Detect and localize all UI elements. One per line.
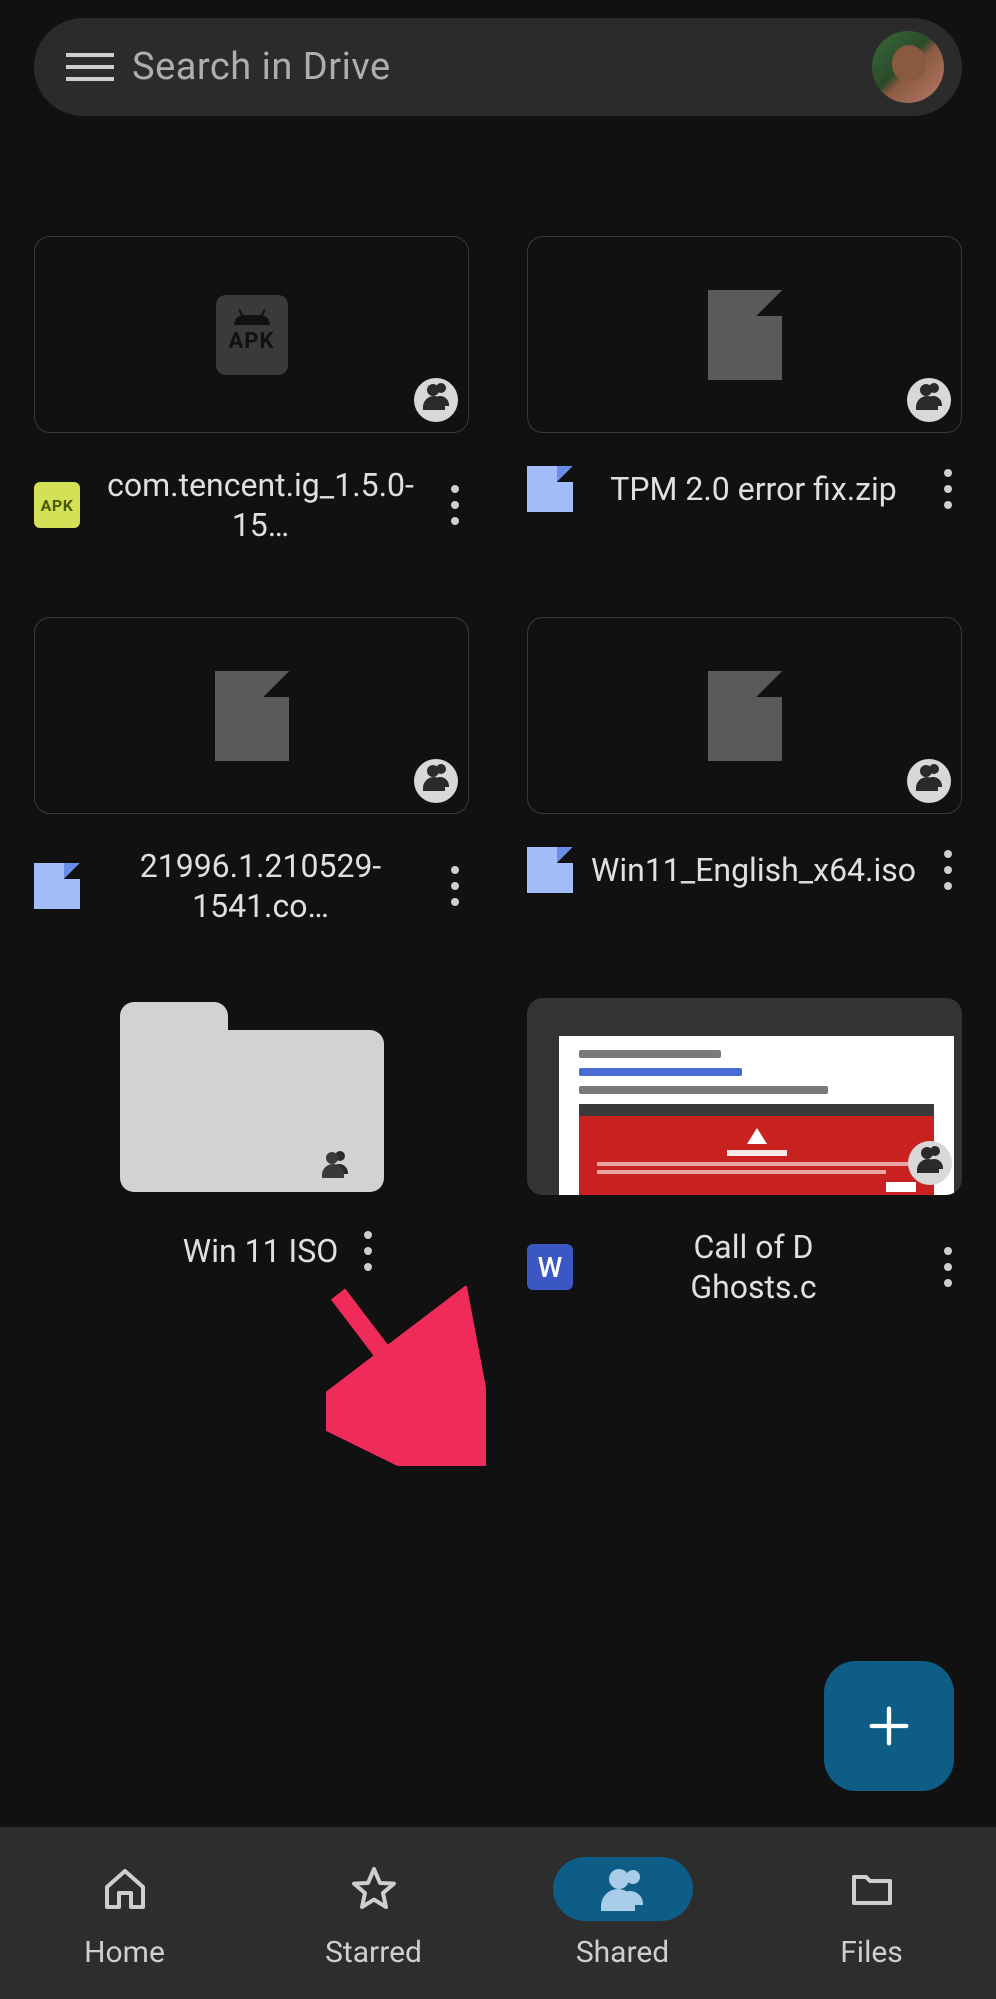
add-new-button[interactable] <box>824 1661 954 1791</box>
bottom-nav: Home Starred Shared Files <box>0 1827 996 1999</box>
file-thumbnail <box>527 617 962 814</box>
people-icon <box>599 1865 647 1913</box>
file-icon <box>708 290 782 380</box>
apk-icon: APK <box>216 295 288 375</box>
file-item[interactable]: W Call of D Ghosts.c <box>527 998 962 1307</box>
shared-badge-icon <box>414 378 458 422</box>
file-name: 21996.1.210529-1541.co… <box>96 846 425 926</box>
search-input[interactable]: Search in Drive <box>132 45 872 89</box>
shared-badge-icon <box>907 759 951 803</box>
folder-item[interactable]: Win 11 ISO <box>34 998 469 1307</box>
more-options-button[interactable] <box>441 481 469 529</box>
apk-type-icon: APK <box>34 482 80 528</box>
file-type-icon <box>527 466 573 512</box>
shared-badge-icon <box>414 759 458 803</box>
file-icon <box>215 671 289 761</box>
folder-icon <box>120 1002 384 1192</box>
file-thumbnail <box>527 236 962 433</box>
file-item[interactable]: Win11_English_x64.iso <box>527 617 962 926</box>
nav-files[interactable]: Files <box>747 1827 996 1999</box>
account-avatar[interactable] <box>872 31 944 103</box>
home-icon <box>101 1865 149 1913</box>
file-thumbnail: APK <box>34 236 469 433</box>
menu-icon[interactable] <box>66 43 114 91</box>
file-thumbnail <box>527 998 962 1195</box>
file-type-icon <box>34 863 80 909</box>
file-name: Win11_English_x64.iso <box>589 850 918 890</box>
file-grid: APK APK com.tencent.ig_1.5.0-15… TPM 2.0… <box>34 236 962 1307</box>
nav-label: Home <box>84 1935 165 1970</box>
annotation-arrow <box>326 1286 486 1466</box>
star-icon <box>350 1865 398 1913</box>
more-options-button[interactable] <box>354 1227 382 1275</box>
file-name: TPM 2.0 error fix.zip <box>589 469 918 509</box>
nav-starred[interactable]: Starred <box>249 1827 498 1999</box>
more-options-button[interactable] <box>934 846 962 894</box>
file-name: Call of D Ghosts.c <box>589 1227 918 1307</box>
folder-icon <box>848 1865 896 1913</box>
nav-home[interactable]: Home <box>0 1827 249 1999</box>
search-bar[interactable]: Search in Drive <box>34 18 962 116</box>
nav-shared[interactable]: Shared <box>498 1827 747 1999</box>
file-icon <box>708 671 782 761</box>
file-name: com.tencent.ig_1.5.0-15… <box>96 465 425 545</box>
more-options-button[interactable] <box>441 862 469 910</box>
more-options-button[interactable] <box>934 1243 962 1291</box>
file-thumbnail <box>34 617 469 814</box>
file-type-icon <box>527 847 573 893</box>
folder-thumbnail <box>34 998 469 1195</box>
plus-icon <box>863 1700 915 1752</box>
more-options-button[interactable] <box>934 465 962 513</box>
folder-name: Win 11 ISO <box>183 1231 338 1271</box>
nav-label: Files <box>840 1935 903 1970</box>
shared-badge-icon <box>907 378 951 422</box>
file-item[interactable]: TPM 2.0 error fix.zip <box>527 236 962 545</box>
word-type-icon: W <box>527 1244 573 1290</box>
file-item[interactable]: 21996.1.210529-1541.co… <box>34 617 469 926</box>
shared-badge-icon <box>908 1141 952 1185</box>
shared-badge-icon <box>322 1158 348 1178</box>
nav-label: Shared <box>576 1935 669 1970</box>
nav-label: Starred <box>325 1935 422 1970</box>
file-item[interactable]: APK APK com.tencent.ig_1.5.0-15… <box>34 236 469 545</box>
